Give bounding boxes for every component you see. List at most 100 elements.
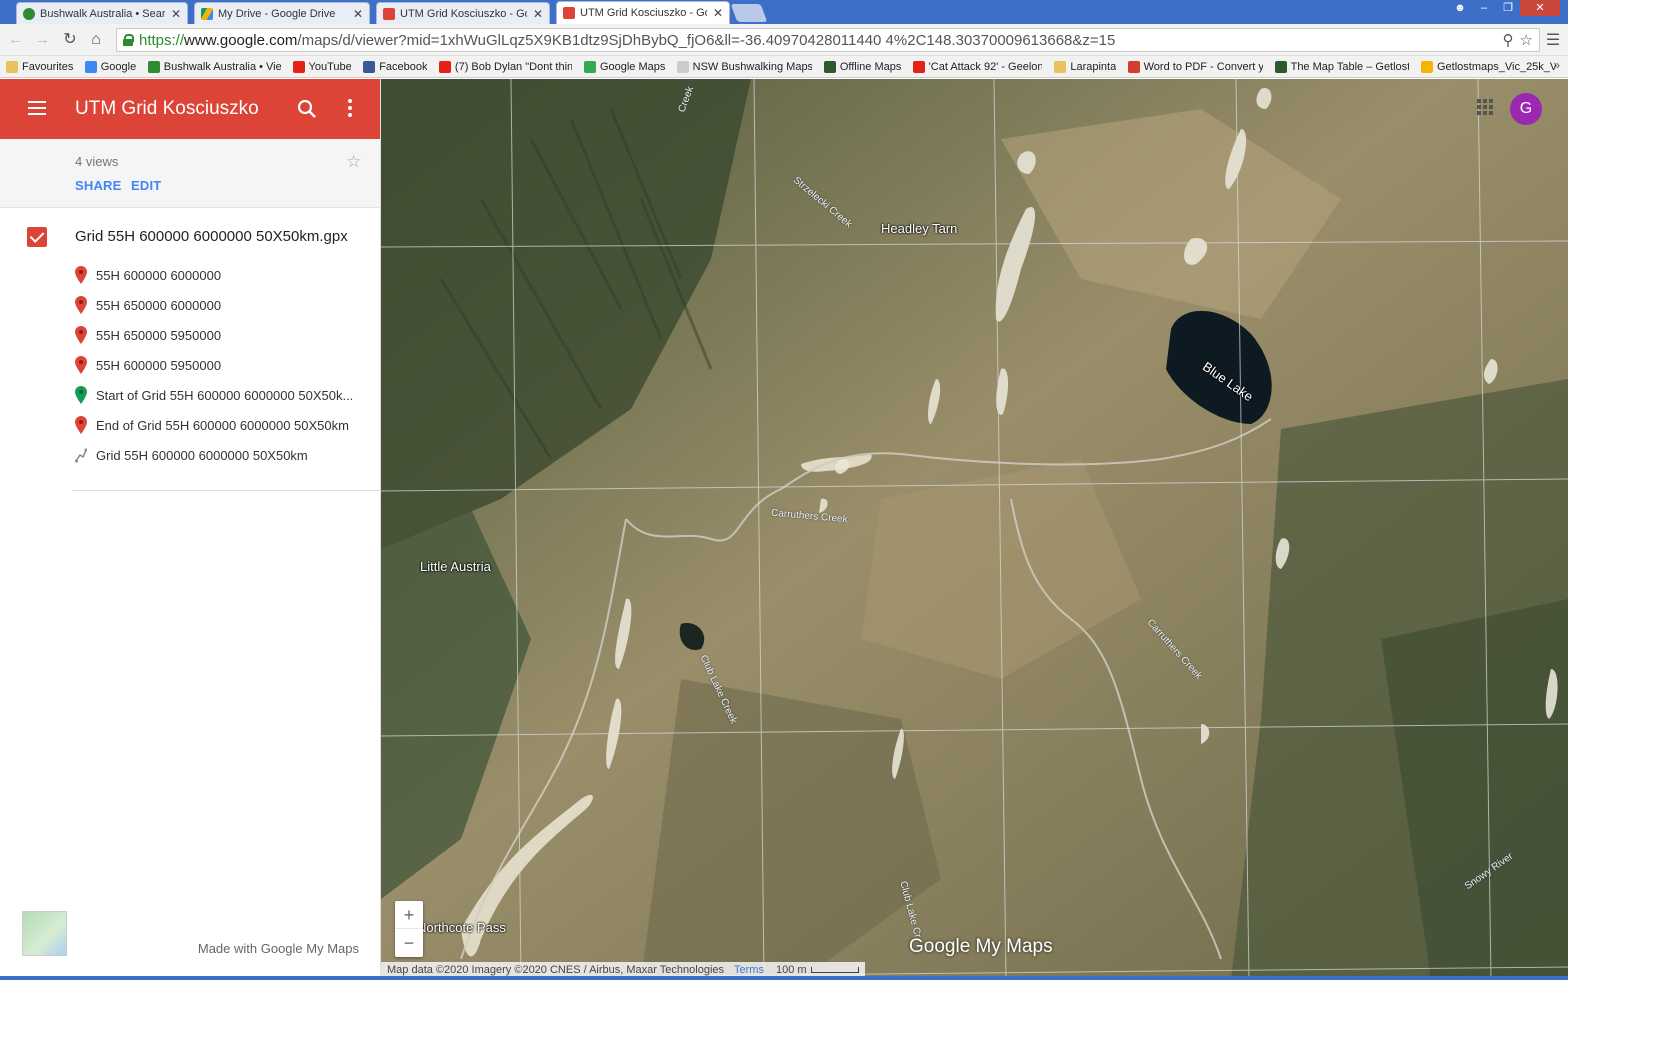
terms-link[interactable]: Terms [734,964,764,976]
youtube-icon [292,60,305,73]
address-bar[interactable]: https://www.google.com/maps/d/viewer?mid… [116,28,1540,52]
green-pin-icon [75,386,87,404]
layer-item[interactable]: End of Grid 55H 600000 6000000 50X50km [75,410,375,440]
panel-header: UTM Grid Kosciuszko [0,79,380,139]
layer-item[interactable]: Start of Grid 55H 600000 6000000 50X50k.… [75,380,375,410]
line-path-icon [75,446,88,464]
more-options-icon[interactable] [342,99,358,119]
bookmark-label: 'Cat Attack 92' - Geelon [928,60,1043,73]
bookmark-item[interactable]: NSW Bushwalking Maps [676,60,812,73]
bookmark-item[interactable]: Word to PDF - Convert y [1127,60,1263,73]
browser-menu-icon[interactable]: ☰ [1544,30,1562,50]
my-maps-icon [383,7,395,20]
bookmark-label: The Map Table – Getlost [1290,60,1409,73]
bookmarks-bar: Favourites Google Bushwalk Australia • Vie… [0,56,1568,78]
restore-icon[interactable]: ❐ [1496,0,1520,16]
layer-items: 55H 600000 6000000 55H 650000 6000000 55H … [75,260,375,470]
url-text: https://www.google.com/maps/d/viewer?mid… [139,31,1116,49]
close-icon[interactable]: ✕ [171,7,181,21]
window-controls: ☻ – ❐ ✕ [1448,0,1560,16]
home-icon[interactable]: ⌂ [86,30,106,50]
layer-item[interactable]: Grid 55H 600000 6000000 50X50km [75,440,375,470]
page-icon [676,60,689,73]
forward-icon[interactable]: → [32,30,52,50]
zoom-magnifier-icon[interactable]: ⚲ [1503,31,1514,49]
tab-title: My Drive - Google Drive [218,7,336,20]
bookmark-item[interactable]: Google Maps [583,60,665,73]
back-icon[interactable]: ← [6,30,26,50]
layer-item[interactable]: 55H 600000 5950000 [75,350,375,380]
basemap-thumbnail[interactable] [22,911,67,956]
my-maps-panel: UTM Grid Kosciuszko 4 views ☆ SHARE EDIT… [0,79,381,980]
attribution-text: Map data ©2020 Imagery ©2020 CNES / Airb… [387,964,725,976]
share-button[interactable]: SHARE [75,178,122,193]
layer-item-label: Grid 55H 600000 6000000 50X50km [96,447,308,463]
satellite-imagery [381,79,1568,980]
bookmark-item[interactable]: (7) Bob Dylan "Dont thin [438,60,572,73]
facebook-icon [363,60,376,73]
more-bookmarks-icon[interactable]: » [1553,58,1560,72]
bookmark-item[interactable]: Favourites [6,60,73,73]
red-pin-icon [75,326,87,344]
tab-utm-grid[interactable]: UTM Grid Kosciuszko - Google ✕ [376,2,550,24]
bookmark-label: Facebook [379,60,427,73]
layer-section: Grid 55H 600000 6000000 50X50km.gpx 55H … [0,208,381,491]
user-icon[interactable]: ☻ [1448,0,1472,16]
layer-item-label: Start of Grid 55H 600000 6000000 50X50k.… [96,387,354,403]
drive-icon [1421,60,1433,73]
reload-icon[interactable]: ↻ [60,30,80,50]
drive-icon [201,7,213,20]
place-label-little-austria: Little Austria [420,559,491,574]
scale-bar[interactable]: 100 m [776,964,859,976]
account-avatar[interactable]: G [1510,93,1542,125]
hamburger-menu-icon[interactable] [28,101,46,115]
close-icon[interactable]: ✕ [353,7,363,21]
bookmark-item[interactable]: YouTube [292,60,351,73]
bookmark-star-icon[interactable]: ☆ [1520,31,1533,49]
zoom-out-button[interactable]: − [395,929,423,957]
window-close-icon[interactable]: ✕ [1520,0,1560,16]
bookmark-item[interactable]: Offline Maps [823,60,901,73]
layer-item-label: 55H 600000 6000000 [96,267,222,283]
layer-item[interactable]: 55H 650000 5950000 [75,320,375,350]
bookmark-item[interactable]: Larapinta [1054,60,1116,73]
folder-icon [1054,60,1067,73]
satellite-map[interactable]: Headley Tarn Blue Lake Little Austria No… [381,79,1568,980]
tab-title: UTM Grid Kosciuszko - Google [580,7,707,19]
bookmark-item[interactable]: Google [84,60,136,73]
bushwalk-icon [23,7,35,20]
bookmark-item[interactable]: Getlostmaps_Vic_25k_V [1421,60,1556,73]
new-tab-button[interactable] [730,4,768,22]
zoom-in-button[interactable]: + [395,901,423,929]
layer-item[interactable]: 55H 600000 6000000 [75,260,375,290]
layer-item[interactable]: 55H 650000 6000000 [75,290,375,320]
layer-visibility-checkbox[interactable] [27,227,47,247]
tab-title: Bushwalk Australia • Search [40,7,165,20]
close-icon[interactable]: ✕ [713,6,723,20]
made-with-label: Made with Google My Maps [197,941,359,956]
bookmark-label: Google [100,60,136,73]
tab-bushwalk[interactable]: Bushwalk Australia • Search ✕ [16,2,188,24]
maps-pin-icon [583,60,596,73]
edit-button[interactable]: EDIT [131,178,161,193]
google-icon [84,60,97,73]
star-icon[interactable]: ☆ [346,152,361,172]
google-apps-icon[interactable] [1477,99,1493,115]
tab-drive[interactable]: My Drive - Google Drive ✕ [194,2,370,24]
layer-item-label: 55H 650000 6000000 [96,297,222,313]
offline-maps-icon [823,60,836,73]
search-icon[interactable] [296,98,318,120]
minimize-icon[interactable]: – [1472,0,1496,16]
bookmark-item[interactable]: Facebook [363,60,427,73]
tab-utm-grid-active[interactable]: UTM Grid Kosciuszko - Google ✕ [556,1,730,24]
browser-toolbar: ← → ↻ ⌂ https://www.google.com/maps/d/vi… [0,24,1568,56]
close-icon[interactable]: ✕ [533,7,543,21]
google-my-maps-logo: Google My Maps [909,936,1053,957]
maptable-icon [1274,60,1287,73]
bookmark-item[interactable]: The Map Table – Getlost [1274,60,1409,73]
bookmark-item[interactable]: 'Cat Attack 92' - Geelon [912,60,1043,73]
place-label-headley-tarn: Headley Tarn [881,221,958,236]
bookmark-item[interactable]: Bushwalk Australia • Vie [147,60,281,73]
bookmark-label: NSW Bushwalking Maps [692,60,812,73]
bookmark-label: (7) Bob Dylan "Dont thin [454,60,572,73]
